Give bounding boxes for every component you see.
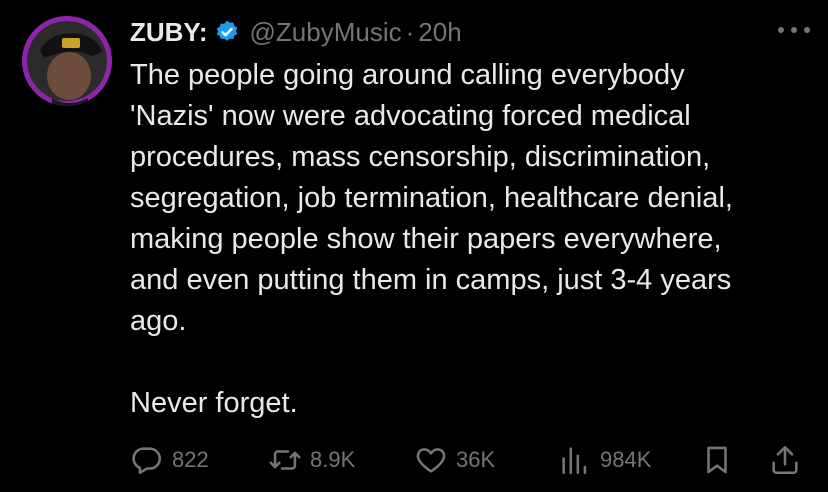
more-dot (791, 27, 797, 33)
more-dot (804, 27, 810, 33)
views-button[interactable]: 984K (558, 438, 651, 482)
tweet-text-line: making people show their papers everywhe… (130, 223, 722, 255)
like-button[interactable]: 36K (414, 438, 495, 482)
views-icon (562, 447, 587, 475)
author-name[interactable]: ZUBY: (130, 17, 208, 48)
bookmark-icon (707, 446, 727, 474)
separator-dot: · (405, 16, 415, 47)
retweet-count: 8.9K (310, 447, 356, 472)
reply-icon (132, 447, 162, 475)
tweet-text: The people going around calling everybod… (130, 55, 820, 424)
reply-button[interactable]: 822 (130, 438, 209, 482)
share-button[interactable] (768, 438, 802, 482)
tweet-text-line: and even putting them in camps, just 3-4… (130, 264, 732, 296)
tweet-text-line: segregation, job termination, healthcare… (130, 182, 733, 214)
avatar[interactable] (22, 16, 112, 106)
heart-icon (416, 448, 446, 473)
more-icon[interactable] (778, 18, 810, 42)
share-icon (772, 445, 798, 475)
tweet-timestamp[interactable]: 20h (418, 17, 461, 48)
views-count: 984K (600, 447, 652, 472)
tweet-text-line: procedures, mass censorship, discriminat… (130, 141, 711, 173)
tweet-text-line: ago. (130, 305, 187, 337)
tweet-text-blank-line (130, 342, 820, 383)
action-bar: 822 8.9K 36K 984K (130, 438, 810, 482)
tweet-text-line: Never forget. (130, 387, 298, 419)
tweet-text-line: The people going around calling everybod… (130, 59, 685, 91)
retweet-icon (269, 450, 301, 470)
more-dot (778, 27, 784, 33)
bookmark-button[interactable] (700, 438, 734, 482)
reply-count: 822 (172, 447, 209, 472)
tweet-text-line: 'Nazis' now were advocating forced medic… (130, 100, 691, 132)
tweet-header: ZUBY: @ZubyMusic · 20h (130, 12, 462, 52)
author-handle[interactable]: @ZubyMusic (250, 17, 402, 48)
retweet-button[interactable]: 8.9K (268, 438, 355, 482)
verified-badge-icon (216, 20, 237, 41)
like-count: 36K (456, 447, 496, 472)
